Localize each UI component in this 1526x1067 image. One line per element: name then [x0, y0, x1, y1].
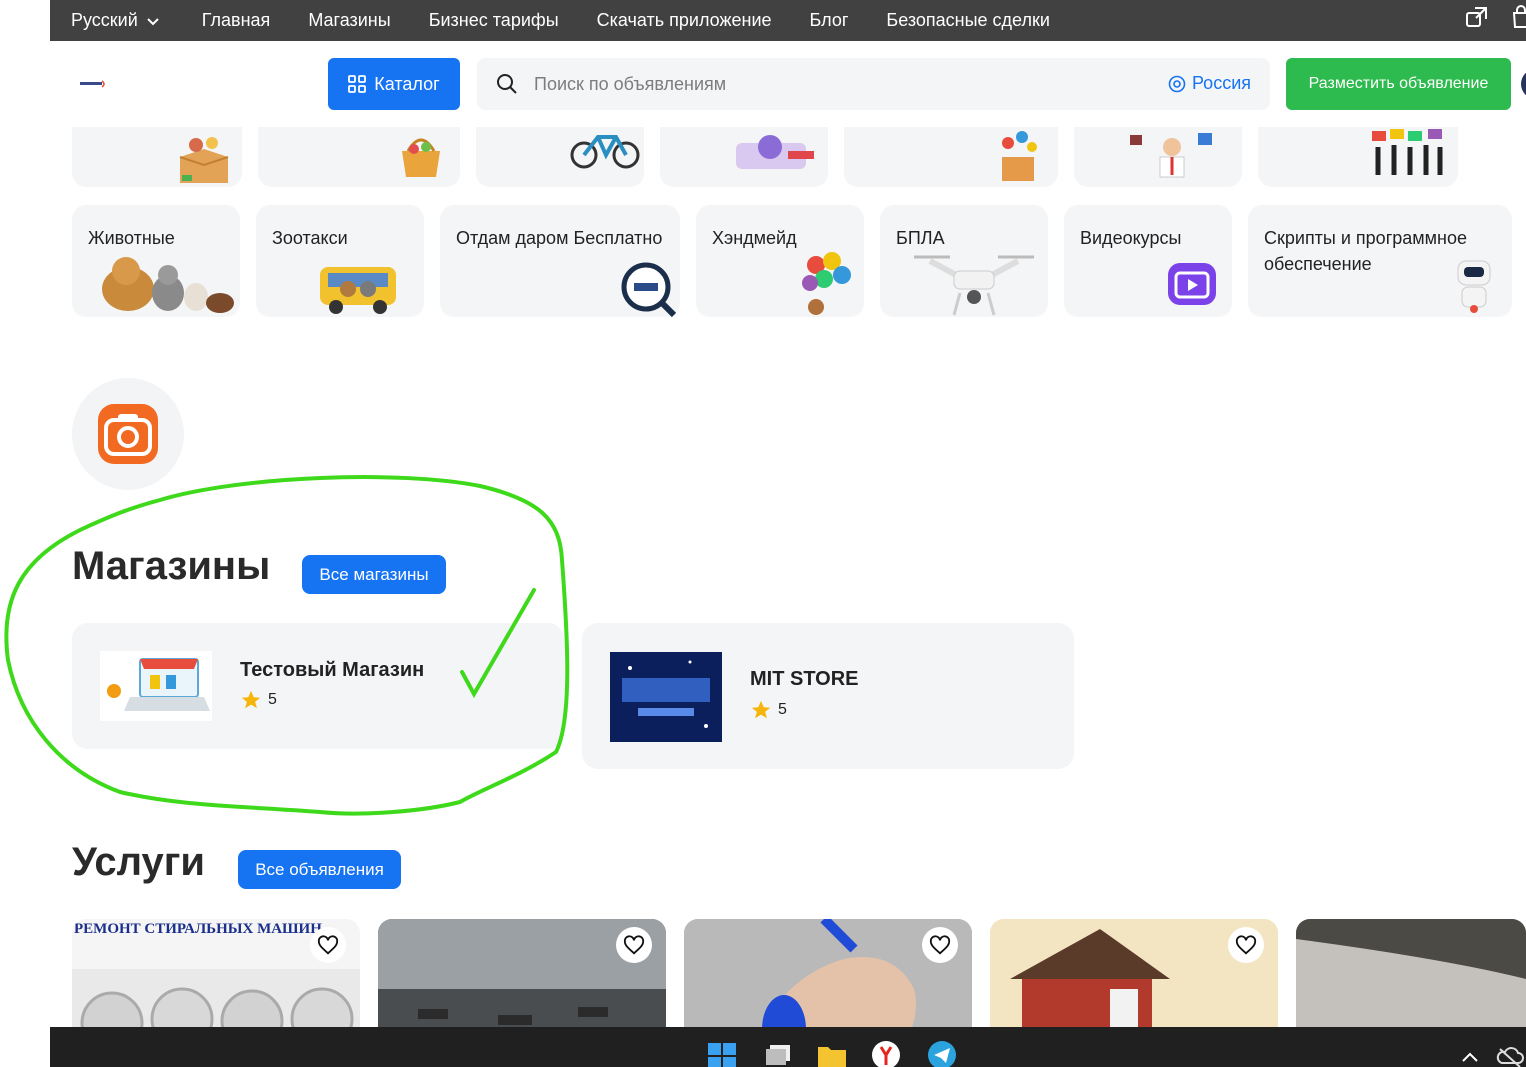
category-card-software[interactable]: Скрипты и программное обеспечение — [1248, 205, 1512, 317]
heart-icon — [1235, 935, 1257, 955]
main-nav: Главная Магазины Бизнес тарифы Скачать п… — [202, 10, 1050, 31]
shop-rating: 5 — [750, 699, 787, 721]
external-window-icon[interactable] — [1464, 4, 1490, 30]
category-card[interactable] — [258, 127, 460, 187]
shop-card[interactable]: MIT STORE 5 — [582, 623, 1074, 769]
balloons-image — [802, 252, 851, 315]
heart-icon — [929, 935, 951, 955]
camera-button[interactable] — [72, 378, 184, 490]
category-card-handmade[interactable]: Хэндмейд — [696, 205, 864, 317]
category-card[interactable] — [660, 127, 828, 187]
task-view-icon[interactable] — [762, 1039, 794, 1067]
toys-box-image — [179, 137, 229, 183]
category-card-pet-taxi[interactable]: Зоотакси — [256, 205, 424, 317]
heart-icon — [623, 935, 645, 955]
favorite-button[interactable] — [922, 927, 958, 963]
nav-link-blog[interactable]: Блог — [810, 10, 849, 31]
shop-thumbnail — [610, 652, 722, 742]
category-label: Зоотакси — [272, 228, 348, 248]
favorite-button[interactable] — [1228, 927, 1264, 963]
category-label: Животные — [88, 228, 175, 248]
site-header: Каталог Россия Разместить объявление — [0, 41, 1526, 127]
category-label: Хэндмейд — [712, 228, 797, 248]
category-card-free-giveaway[interactable]: Отдам даром Бесплатно — [440, 205, 680, 317]
all-shops-button[interactable]: Все магазины — [302, 555, 446, 594]
shop-rating: 5 — [240, 689, 277, 711]
service-banner-text: РЕМОНТ СТИРАЛЬНЫХ МАШИН — [74, 921, 322, 937]
category-card-video-courses[interactable]: Видеокурсы — [1064, 205, 1232, 317]
nav-link-shops[interactable]: Магазины — [308, 10, 390, 31]
gift-basket-image — [402, 138, 440, 177]
file-explorer-icon[interactable] — [816, 1039, 848, 1067]
nav-link-home[interactable]: Главная — [202, 10, 271, 31]
top-navigation-bar: Русский Главная Магазины Бизнес тарифы С… — [50, 0, 1526, 41]
search-bar: Россия — [477, 58, 1270, 110]
shops-section-title: Магазины — [72, 544, 271, 588]
category-label: Видеокурсы — [1080, 228, 1182, 248]
cart-icon[interactable] — [1508, 4, 1526, 30]
category-label: БПЛА — [896, 228, 945, 248]
windows-start-icon[interactable] — [706, 1039, 738, 1067]
os-taskbar — [50, 1027, 1526, 1067]
star-icon — [751, 700, 771, 719]
category-card-animals[interactable]: Животные — [72, 205, 240, 317]
yandex-browser-icon[interactable] — [870, 1039, 902, 1067]
nav-link-safe-deals[interactable]: Безопасные сделки — [886, 10, 1050, 31]
grid-icon — [348, 75, 367, 93]
surprise-box-image — [1002, 131, 1037, 181]
cloud-offline-icon[interactable] — [1496, 1039, 1524, 1067]
language-label: Русский — [71, 10, 138, 30]
post-ad-button[interactable]: Разместить объявление — [1286, 58, 1511, 110]
search-icon[interactable] — [496, 73, 518, 95]
avatar[interactable] — [1521, 69, 1526, 99]
chevron-down-icon — [147, 17, 159, 25]
category-card[interactable] — [72, 127, 242, 187]
robot-image — [1457, 260, 1491, 313]
category-card[interactable] — [844, 127, 1058, 187]
services-section-title: Услуги — [72, 840, 205, 884]
telegram-icon[interactable] — [926, 1039, 958, 1067]
chevron-up-icon[interactable] — [1458, 1039, 1482, 1067]
location-pin-icon — [1168, 75, 1186, 92]
region-selector[interactable]: Россия — [1168, 73, 1251, 94]
people-crowd-image — [1372, 129, 1443, 175]
category-card[interactable] — [1074, 127, 1242, 187]
video-course-image — [1168, 263, 1216, 305]
favorite-button[interactable] — [310, 927, 346, 963]
category-row-partial — [0, 127, 1526, 189]
region-label: Россия — [1191, 73, 1251, 93]
heart-icon — [317, 935, 339, 955]
shop-name[interactable]: MIT STORE — [750, 668, 859, 691]
category-label: Отдам даром Бесплатно — [456, 228, 663, 248]
pet-taxi-image — [320, 267, 396, 314]
language-selector[interactable]: Русский — [71, 10, 160, 31]
bicycle-image — [570, 135, 640, 169]
camera-icon — [98, 404, 158, 464]
star-icon — [241, 690, 261, 709]
category-card-drones[interactable]: БПЛА — [880, 205, 1048, 317]
shop-name[interactable]: Тестовый Магазин — [240, 659, 424, 682]
phone-service-image — [736, 135, 814, 169]
shop-card[interactable]: Тестовый Магазин 5 — [72, 623, 564, 749]
rating-value: 5 — [778, 701, 787, 718]
shop-thumbnail — [100, 651, 212, 721]
rating-value: 5 — [268, 691, 277, 708]
nav-link-download-app[interactable]: Скачать приложение — [597, 10, 772, 31]
nav-link-business-plans[interactable]: Бизнес тарифы — [429, 10, 559, 31]
category-card[interactable] — [476, 127, 644, 187]
multitasking-person-image — [1130, 133, 1212, 178]
site-logo[interactable] — [80, 79, 106, 89]
search-input[interactable] — [534, 73, 1134, 95]
favorite-button[interactable] — [616, 927, 652, 963]
category-card[interactable] — [1258, 127, 1458, 187]
animals-image — [102, 257, 234, 313]
drone-image — [914, 255, 1034, 316]
all-ads-button[interactable]: Все объявления — [238, 850, 401, 889]
free-giveaway-image — [621, 262, 677, 317]
catalog-label: Каталог — [374, 73, 440, 94]
catalog-button[interactable]: Каталог — [328, 58, 460, 110]
